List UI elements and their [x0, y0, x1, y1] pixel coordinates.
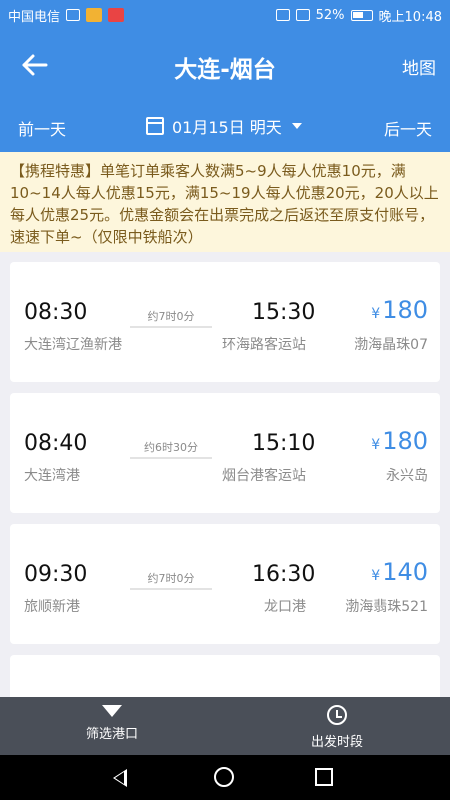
nav-home-icon[interactable] [214, 767, 234, 787]
voyage-card[interactable]: 08:30 大连湾辽渔新港 约7时0分 15:30 环海路客运站 ¥180 渤海… [10, 262, 440, 382]
ship-name: 渤海晶珠07 [354, 337, 428, 353]
arrival-time: 15:30 [252, 300, 316, 325]
price-value: 140 [382, 558, 428, 586]
currency-symbol: ¥ [371, 437, 381, 453]
next-day-button[interactable]: 后一天 [384, 116, 432, 140]
departure-time: 08:40 [24, 431, 88, 456]
voyage-card[interactable]: 09:30 旅顺新港 约7时0分 16:30 龙口港 ¥140 渤海翡珠521 [10, 524, 440, 644]
departure-time: 08:30 [24, 300, 88, 325]
duration-line [130, 326, 212, 328]
date-label: 01月15日 明天 [172, 118, 282, 137]
wifi-icon [295, 9, 310, 21]
arrival-port: 龙口港 [264, 599, 306, 615]
bottom-toolbar: 筛选港口 出发时段 [0, 697, 450, 755]
bluetooth-icon [275, 9, 290, 21]
message-icon [66, 9, 81, 21]
chevron-down-icon [291, 123, 302, 129]
nav-back-icon[interactable] [113, 769, 127, 787]
price: ¥180 [371, 296, 428, 324]
ship-name: 永兴岛 [386, 468, 428, 484]
map-button[interactable]: 地图 [402, 54, 436, 79]
currency-symbol: ¥ [371, 568, 381, 584]
filter-icon [102, 705, 122, 717]
app-header: 大连-烟台 地图 [0, 30, 450, 100]
duration-line [130, 457, 212, 459]
date-bar: 前一天 01月15日 明天 后一天 [0, 100, 450, 152]
duration: 约6时30分 [144, 441, 198, 454]
filter-port-button[interactable]: 筛选港口 [52, 705, 172, 742]
currency-symbol: ¥ [371, 306, 381, 322]
duration: 约7时0分 [147, 572, 195, 585]
page-title: 大连-烟台 [174, 57, 276, 83]
price: ¥180 [371, 427, 428, 455]
departure-port: 大连湾辽渔新港 [24, 337, 122, 353]
arrival-time: 15:10 [252, 431, 316, 456]
departure-port: 旅顺新港 [24, 599, 80, 615]
arrival-port: 烟台港客运站 [222, 468, 306, 484]
arrival-time: 16:30 [252, 562, 316, 587]
ship-name: 渤海翡珠521 [345, 599, 428, 615]
arrival-port: 环海路客运站 [222, 337, 306, 353]
departure-time-button[interactable]: 出发时段 [277, 705, 397, 750]
duration-line [130, 588, 212, 590]
price-value: 180 [382, 296, 428, 324]
clock-icon [327, 705, 347, 725]
clock-time: 晚上10:48 [378, 9, 442, 25]
duration: 约7时0分 [147, 310, 195, 323]
promo-banner: 【携程特惠】单笔订单乘客人数满5~9人每人优惠10元，满10~14人每人优惠15… [0, 152, 450, 252]
status-bar: 中国电信 52% 晚上10:48 [0, 0, 450, 30]
date-picker[interactable]: 01月15日 明天 [146, 114, 302, 138]
calendar-icon [146, 117, 164, 135]
prev-day-button[interactable]: 前一天 [18, 116, 66, 140]
battery-icon [350, 9, 373, 21]
departure-port: 大连湾港 [24, 468, 80, 484]
app-notification-icon-2 [108, 8, 125, 22]
app-notification-icon [86, 8, 103, 22]
nav-recent-apps-icon[interactable] [315, 768, 333, 786]
voyage-card[interactable]: 08:40 大连湾港 约6时30分 15:10 烟台港客运站 ¥180 永兴岛 [10, 393, 440, 513]
departure-time: 09:30 [24, 562, 88, 587]
departure-time-label: 出发时段 [310, 735, 363, 750]
system-nav-bar [0, 755, 450, 800]
price: ¥140 [371, 558, 428, 586]
filter-port-label: 筛选港口 [85, 727, 138, 742]
price-value: 180 [382, 427, 428, 455]
carrier-label: 中国电信 [8, 9, 61, 25]
battery-percent: 52% [315, 7, 345, 23]
